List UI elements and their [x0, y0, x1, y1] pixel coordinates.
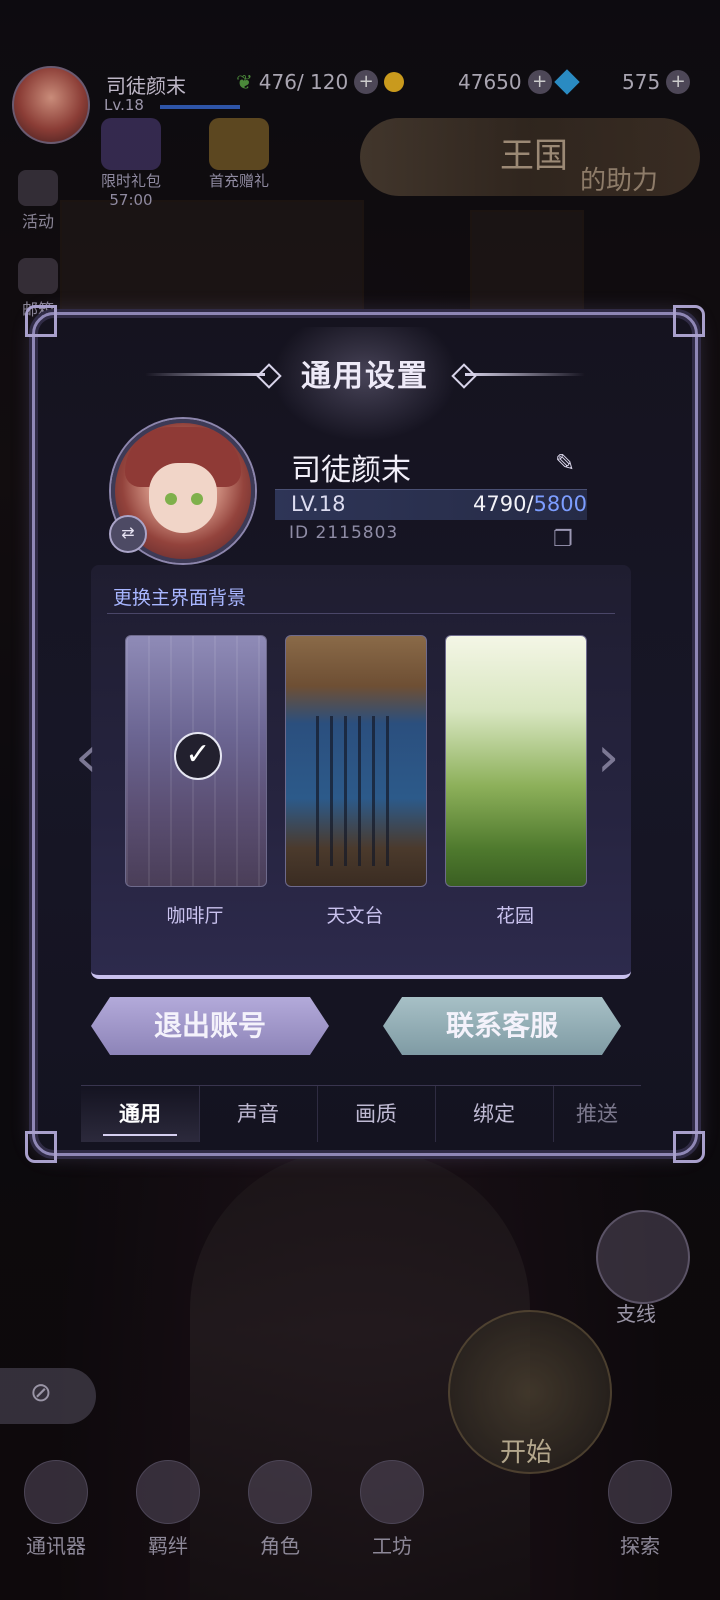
activity-icon [18, 170, 58, 206]
exp-readout: 4790/5800 [473, 492, 587, 516]
frame-corner [673, 305, 705, 337]
frame-corner [25, 1131, 57, 1163]
mail-icon [18, 258, 58, 294]
gift-box-icon [101, 118, 161, 170]
nav-item-bond[interactable]: 羁绊 [128, 1460, 208, 1559]
kingdom-subtitle: 的助力 [580, 166, 659, 196]
gem-icon [553, 69, 580, 95]
background-option-observatory[interactable] [285, 635, 427, 887]
modal-title: 通用设置 [301, 359, 429, 394]
nav-item-character[interactable]: 角色 [240, 1460, 320, 1559]
background-option-label: 咖啡厅 [166, 905, 224, 927]
gear-icon [360, 1460, 424, 1524]
gem-counter: 575 + [622, 70, 691, 94]
stamina-value: 476/ 120 [258, 70, 349, 94]
settings-modal: 通用设置 ⇄ 司徒颜末 ✎ LV.18 4790/5800 ID 2115803… [25, 305, 705, 1163]
hide-ui-button[interactable]: ⊘ [0, 1368, 96, 1424]
nav-item-explore[interactable]: 探索 [600, 1460, 680, 1559]
gold-value: 47650 [458, 70, 522, 94]
add-gold-icon[interactable]: + [527, 70, 552, 94]
first-recharge-label: 首充赠礼 [208, 172, 269, 190]
hud-level-bar [160, 105, 240, 109]
nav-label: 探索 [620, 1534, 660, 1558]
background-option-cafe[interactable]: ✓ [125, 635, 267, 887]
nav-label: 羁绊 [148, 1534, 188, 1558]
gift-bag-icon [209, 118, 269, 170]
avatar-eye [191, 493, 203, 505]
edit-pen-icon[interactable]: ✎ [555, 449, 579, 479]
add-gem-icon[interactable]: + [666, 70, 691, 94]
background-option-garden[interactable] [445, 635, 587, 887]
tab-graphics[interactable]: 画质 [317, 1086, 436, 1142]
settings-tabbar: 通用 声音 画质 绑定 推送 [81, 1085, 641, 1142]
avatar-eye [165, 493, 177, 505]
compass-icon [608, 1460, 672, 1524]
background-option-label: 天文台 [326, 905, 384, 927]
contact-support-button[interactable]: 联系客服 [383, 997, 621, 1055]
tab-general[interactable]: 通用 [81, 1086, 200, 1142]
profile-name: 司徒颜末 [291, 453, 411, 488]
stamina-counter: ❦ 476/ 120 + [236, 70, 405, 94]
exp-current: 4790 [473, 492, 527, 516]
copy-id-icon[interactable]: ❐ [553, 527, 579, 553]
nav-label: 角色 [260, 1534, 300, 1558]
chevron-left-icon[interactable]: ‹ [75, 725, 97, 790]
hud-avatar[interactable] [12, 66, 90, 144]
eye-off-icon: ⊘ [30, 1378, 52, 1408]
gold-counter: 47650 + [458, 69, 580, 95]
background-option-label: 花园 [495, 905, 534, 927]
observatory-thumbnail [316, 716, 396, 866]
avatar-face [149, 463, 217, 533]
frame-corner [25, 305, 57, 337]
nav-item-communicator[interactable]: 通讯器 [16, 1460, 96, 1559]
profile-level: LV.18 [291, 492, 346, 516]
checkmark-icon: ✓ [174, 732, 222, 780]
logout-button[interactable]: 退出账号 [91, 997, 329, 1055]
sidebar-item-activity[interactable]: 活动 [14, 170, 62, 232]
frame-corner [673, 1131, 705, 1163]
nav-label: 工坊 [372, 1534, 412, 1558]
exp-separator: / [526, 492, 534, 516]
nav-item-workshop[interactable]: 工坊 [352, 1460, 432, 1559]
background-section-label: 更换主界面背景 [113, 587, 247, 609]
nav-label: 通讯器 [26, 1534, 86, 1558]
branch-label: 支线 [616, 1302, 656, 1326]
add-stamina-icon[interactable]: + [354, 70, 379, 94]
limited-gift-button[interactable]: 限时礼包 57:00 [94, 118, 168, 209]
first-recharge-button[interactable]: 首充赠礼 [202, 118, 276, 191]
kingdom-title: 王国 [500, 136, 568, 176]
gold-coin-icon [384, 72, 405, 92]
tab-sound[interactable]: 声音 [199, 1086, 318, 1142]
tab-push[interactable]: 推送 [553, 1086, 641, 1142]
character-icon [248, 1460, 312, 1524]
bottom-nav: 通讯器 羁绊 角色 工坊 探索 [0, 1450, 720, 1590]
tab-binding[interactable]: 绑定 [435, 1086, 554, 1142]
limited-gift-timer: 57:00 [109, 191, 153, 209]
communicator-icon [24, 1460, 88, 1524]
divider [107, 613, 615, 614]
exp-max: 5800 [533, 492, 587, 516]
chevron-right-icon[interactable]: › [597, 725, 619, 790]
sidebar-item-label: 活动 [21, 212, 54, 231]
limited-gift-label: 限时礼包 [100, 172, 161, 190]
hud-player-name: 司徒颜末 [106, 74, 186, 98]
stamina-icon: ❦ [236, 70, 253, 94]
background-selector: 更换主界面背景 ✓ 咖啡厅 天文台 花园 [91, 565, 631, 979]
top-hud: 司徒颜末 Lv.18 ❦ 476/ 120 + 47650 + 575 + [0, 60, 720, 144]
branch-button[interactable] [596, 1210, 690, 1304]
player-id: ID 2115803 [289, 523, 399, 543]
swap-avatar-icon[interactable]: ⇄ [109, 515, 147, 553]
level-bar: LV.18 4790/5800 [275, 489, 587, 520]
hud-level: Lv.18 [104, 96, 144, 114]
heart-icon [136, 1460, 200, 1524]
gem-value: 575 [622, 70, 661, 94]
